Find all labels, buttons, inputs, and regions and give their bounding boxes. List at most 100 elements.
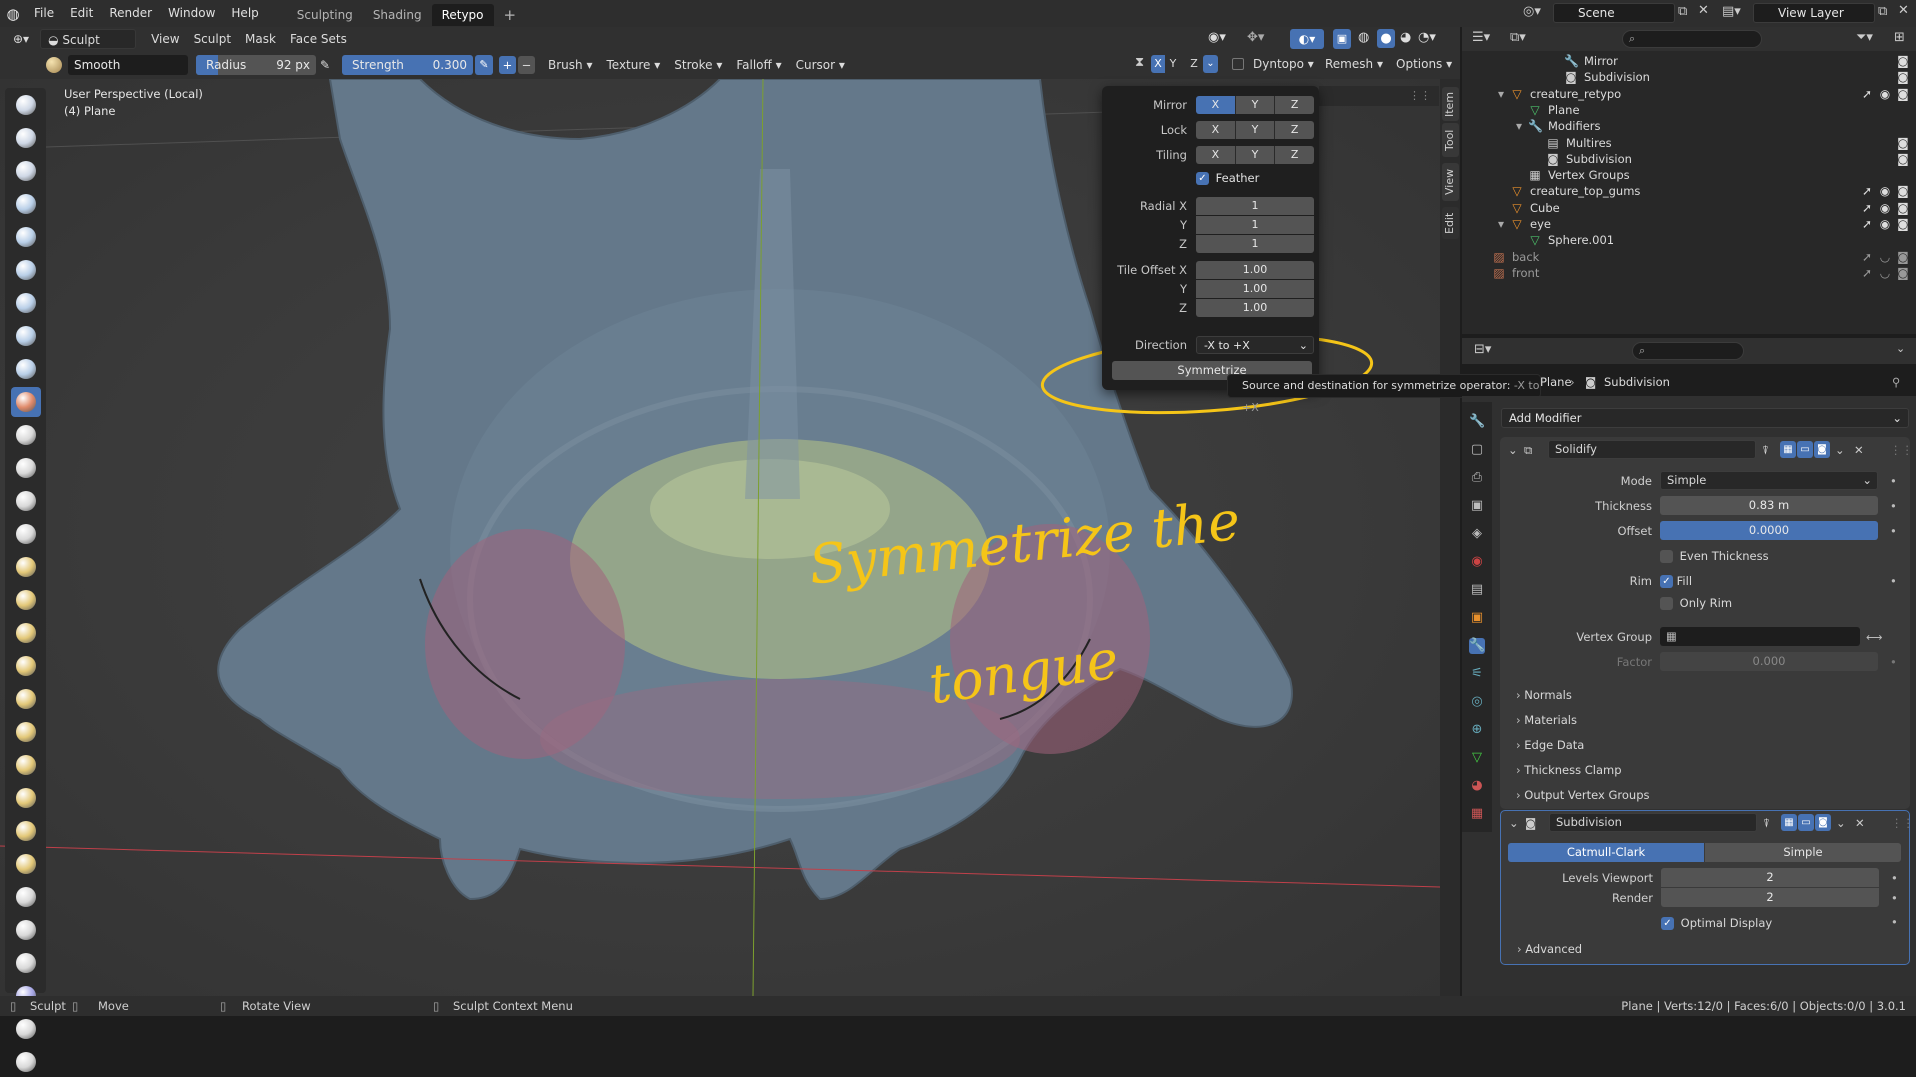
output-vertex-groups-subpanel[interactable]: › Output Vertex Groups (1516, 785, 1650, 805)
feather-row[interactable]: ✓ Feather (1196, 171, 1413, 189)
select-arrow-icon[interactable]: ➚ (1860, 201, 1874, 215)
physics-tab-icon[interactable]: ◎ (1469, 694, 1485, 710)
select-arrow-icon[interactable]: ➚ (1860, 266, 1874, 280)
strength-slider[interactable]: Strength 0.300 (342, 55, 473, 75)
radial-y-field[interactable]: 1 (1196, 216, 1314, 234)
modifier-menu-chevron-icon[interactable]: ⌄ (1836, 813, 1846, 833)
tool-clay-strips[interactable] (11, 189, 41, 219)
optimal-display-checkbox[interactable]: ✓ (1661, 917, 1674, 930)
material-tab-icon[interactable]: ◕ (1469, 778, 1485, 794)
chevron-down-icon[interactable]: ▾ (1512, 119, 1526, 133)
filter-icon[interactable]: ⏷▾ (1856, 30, 1873, 45)
materials-subpanel[interactable]: › Materials (1516, 710, 1577, 730)
blender-logo-icon[interactable]: ◍ (0, 0, 26, 27)
tool-transform[interactable] (11, 1047, 41, 1077)
mirror-x-toggle[interactable]: X (1196, 96, 1236, 114)
mirror-z-toggle[interactable]: Z (1275, 96, 1315, 114)
add-workspace-button[interactable]: + (494, 4, 527, 26)
tool-scrape[interactable] (11, 486, 41, 516)
symmetry-icon[interactable]: ⧗ (1135, 55, 1144, 70)
keyframe-dot-icon[interactable]: • (1891, 915, 1898, 929)
select-arrow-icon[interactable]: ➚ (1860, 87, 1874, 101)
tool-smooth[interactable] (10, 387, 41, 417)
menu-render[interactable]: Render (101, 0, 160, 27)
edge-data-subpanel[interactable]: › Edge Data (1516, 735, 1584, 755)
tool-tab-icon[interactable]: 🔧 (1469, 414, 1485, 430)
thickness-field[interactable]: 0.83 m (1660, 496, 1878, 515)
solidify-name-field[interactable]: Solidify (1548, 440, 1756, 459)
viewport-toggle-icon[interactable]: ▭ (1798, 814, 1814, 831)
falloff-menu[interactable]: Falloff ▾ (729, 55, 788, 75)
tool-fill[interactable] (11, 453, 41, 483)
dyntopo-menu[interactable]: Dyntopo ▾ (1246, 55, 1321, 73)
menu-mask[interactable]: Mask (238, 29, 283, 49)
normals-subpanel[interactable]: › Normals (1516, 685, 1572, 705)
camera-icon[interactable]: ◙ (1896, 184, 1910, 198)
add-modifier-dropdown[interactable]: Add Modifier ⌄ (1501, 408, 1909, 428)
tool-pose[interactable] (11, 717, 41, 747)
tool-rotate[interactable] (11, 783, 41, 813)
eye-icon[interactable]: ◉ (1878, 217, 1892, 231)
sidetab-item[interactable]: Item (1442, 87, 1459, 121)
remove-view-layer-icon[interactable]: ✕ (1898, 3, 1909, 18)
menu-window[interactable]: Window (160, 0, 223, 27)
tool-crease[interactable] (11, 354, 41, 384)
fill-option[interactable]: ✓ Fill (1660, 571, 1692, 591)
menu-sculpt[interactable]: Sculpt (187, 29, 238, 49)
new-scene-icon[interactable]: ⧉ (1678, 4, 1687, 19)
tiling-y-toggle[interactable]: Y (1235, 146, 1276, 164)
tool-multiplane-scrape[interactable] (11, 519, 41, 549)
eye-closed-icon[interactable]: ◡ (1878, 266, 1892, 280)
tab-shading[interactable]: Shading (363, 4, 432, 26)
even-thickness-checkbox[interactable] (1660, 550, 1673, 563)
lock-y-toggle[interactable]: Y (1235, 121, 1276, 139)
tool-boundary[interactable] (11, 849, 41, 879)
view-layer-field[interactable]: View Layer (1753, 3, 1875, 23)
shading-solid-icon[interactable]: ● (1377, 29, 1395, 48)
lock-x-toggle[interactable]: X (1196, 121, 1236, 139)
close-icon[interactable]: ✕ (1854, 440, 1864, 460)
tool-multires-displacement[interactable] (11, 1014, 41, 1044)
select-arrow-icon[interactable]: ➚ (1860, 184, 1874, 198)
render-levels-field[interactable]: 2 (1661, 888, 1879, 907)
cursor-menu[interactable]: Cursor ▾ (789, 55, 852, 75)
invert-arrows-icon[interactable]: ⟷ (1866, 627, 1883, 647)
constraints-tab-icon[interactable]: ⊕ (1469, 722, 1485, 738)
symmetry-dropdown-button[interactable]: ⌄ (1203, 55, 1218, 73)
symmetry-x-toggle[interactable]: X (1151, 55, 1165, 73)
strength-pressure-icon[interactable]: ✎ (475, 55, 493, 75)
texture-menu[interactable]: Texture ▾ (599, 55, 667, 75)
camera-icon[interactable]: ◙ (1896, 266, 1910, 280)
eye-icon[interactable]: ◉ (1878, 87, 1892, 101)
chevron-down-icon[interactable]: ▾ (1494, 87, 1508, 101)
tool-elastic-deform[interactable] (11, 618, 41, 648)
collapse-chevron-icon[interactable]: ⌄ (1509, 813, 1519, 833)
radial-x-field[interactable]: 1 (1196, 197, 1314, 215)
close-icon[interactable]: ✕ (1855, 813, 1865, 833)
tool-pinch[interactable] (11, 552, 41, 582)
stroke-menu[interactable]: Stroke ▾ (667, 55, 729, 75)
tool-nudge[interactable] (11, 750, 41, 780)
tool-blob[interactable] (11, 321, 41, 351)
direction-dropdown[interactable]: -X to +X ⌄ (1196, 336, 1314, 354)
even-thickness-row[interactable]: Even Thickness (1660, 546, 1769, 566)
brush-add-button[interactable]: + (499, 56, 516, 74)
tool-grab[interactable] (11, 585, 41, 615)
camera-icon[interactable]: ◙ (1896, 87, 1910, 101)
tool-clay[interactable] (11, 156, 41, 186)
outliner-row[interactable]: ▨ front ➚ ◡ ◙ (1462, 263, 1916, 283)
edit-cage-icon[interactable]: ⍒ (1762, 440, 1769, 460)
tool-layer[interactable] (11, 255, 41, 285)
camera-icon[interactable]: ◙ (1896, 201, 1910, 215)
drag-handle-icon[interactable]: ⋮⋮ (1890, 440, 1913, 460)
mode-dropdown[interactable]: ◒ Sculpt Mode ▾ (40, 29, 137, 67)
tool-slide-relax[interactable] (11, 816, 41, 846)
collapse-chevron-icon[interactable]: ⌄ (1508, 440, 1518, 460)
keyframe-dot-icon[interactable]: • (1891, 868, 1898, 888)
camera-icon[interactable]: ◙ (1896, 54, 1910, 68)
vertex-group-field[interactable]: ▦ (1660, 627, 1860, 646)
render-toggle-icon[interactable]: ◙ (1815, 814, 1831, 831)
particles-tab-icon[interactable]: ⚟ (1469, 666, 1485, 682)
radius-pressure-icon[interactable]: ✎ (320, 56, 336, 74)
levels-viewport-field[interactable]: 2 (1661, 868, 1879, 887)
